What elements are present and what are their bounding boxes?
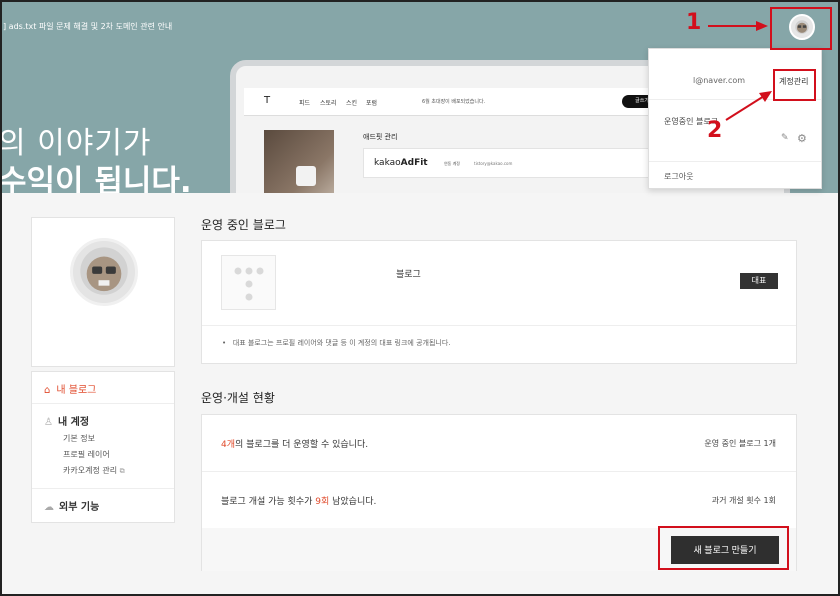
remaining-creations-text: 블로그 개설 가능 횟수가 9회 남았습니다. [221, 494, 376, 507]
sidebar-item-my-account[interactable]: ♙ 내 계정 [44, 413, 89, 428]
sidebar-item-label: 내 계정 [57, 417, 90, 428]
sidebar-item-label: 내 블로그 [56, 385, 97, 396]
profile-character-icon [73, 241, 135, 303]
mockup-section-title: 애드핏 관리 [363, 133, 398, 141]
sidebar-item-label: 외부 기능 [59, 502, 100, 513]
annotation-box-manage [773, 69, 816, 101]
home-icon: ⌂ [44, 385, 51, 396]
sidebar-subitem-profile-layer[interactable]: 프로필 레이어 [63, 449, 110, 460]
divider [202, 471, 796, 472]
mockup-brand: kakaoAdFit [374, 158, 428, 168]
user-icon: ♙ [44, 417, 53, 428]
mockup-account-label: 연동 계정 [444, 161, 460, 166]
mockup-brand-suffix: AdFit [400, 158, 428, 168]
mockup-logo: T [264, 95, 271, 106]
remaining-blogs-text: 4개의 블로그를 더 운영할 수 있습니다. [221, 437, 368, 450]
external-link-icon: ⧉ [119, 467, 125, 475]
remaining-blogs-count: 4개 [221, 440, 236, 450]
gear-icon[interactable]: ⚙ [797, 132, 807, 145]
divider [32, 403, 174, 404]
remaining-blogs-label: 의 블로그를 더 운영할 수 있습니다. [235, 440, 369, 450]
notice-link[interactable]: ] ads.txt 파일 문제 해결 및 2차 도메인 관련 안내 [3, 21, 172, 32]
mockup-cup [296, 166, 316, 186]
past-creation-count: 과거 개설 횟수 1회 [711, 496, 776, 505]
mockup-brand-prefix: kakao [374, 158, 401, 168]
note-text: 대표 블로그는 프로필 레이어와 댓글 등 이 계정의 대표 링크에 공개됩니다… [232, 339, 451, 347]
account-email: l@naver.com [693, 76, 746, 85]
blog-card: 블로그 대표 • 대표 블로그는 프로필 레이어와 댓글 등 이 계정의 대표 … [201, 240, 797, 364]
blog-name[interactable]: 블로그 [396, 267, 421, 280]
mockup-message: 6월 초대장이 배포되었습니다. [422, 99, 486, 105]
pencil-icon[interactable]: ✎ [781, 133, 789, 143]
mockup-adfit-card: kakaoAdFit 연동 계정 tistory@kakao.com [363, 148, 653, 178]
sidebar-subitem-basic-info[interactable]: 기본 정보 [63, 433, 95, 444]
remaining-creations-prefix: 블로그 개설 가능 횟수가 [221, 497, 316, 507]
running-blog-title: 운영 중인 블로그 [201, 218, 286, 232]
mockup-account-email: tistory@kakao.com [474, 161, 513, 166]
mockup-menu-feed: 피드 [299, 100, 311, 107]
divider [649, 161, 821, 162]
annotation-box-avatar [770, 7, 832, 50]
tistory-logo-icon [234, 267, 264, 301]
divider [32, 488, 174, 489]
logout-link[interactable]: 로그아웃 [664, 171, 693, 182]
hero-line-2: 수익이 됩니다. [0, 164, 192, 193]
mockup-menu-skin: 스킨 [346, 100, 358, 107]
divider [202, 325, 796, 326]
mockup-menu-story: 스토리 [320, 100, 337, 107]
sidebar-subitem-kakao-account[interactable]: 카카오계정 관리 ⧉ [63, 465, 125, 476]
representative-badge: 대표 [740, 273, 778, 289]
sidebar-item-my-blog[interactable]: ⌂ 내 블로그 [44, 381, 96, 396]
remaining-creations-suffix: 남았습니다. [329, 497, 377, 507]
remaining-creations-count: 9회 [315, 497, 330, 507]
profile-image[interactable] [70, 238, 138, 306]
representative-note: • 대표 블로그는 프로필 레이어와 댓글 등 이 계정의 대표 링크에 공개됩… [222, 338, 451, 348]
annotation-number-2: 2 [707, 118, 723, 143]
running-blog-count: 운영 중인 블로그 1개 [704, 439, 776, 448]
annotation-number-1: 1 [686, 10, 702, 35]
mockup-menu-forum: 포럼 [366, 100, 378, 107]
blog-thumbnail[interactable] [221, 255, 276, 310]
sidebar-item-external[interactable]: ☁ 외부 기능 [44, 498, 99, 513]
status-title: 운영·개설 현황 [201, 391, 275, 405]
sidebar-menu: ⌂ 내 블로그 ♙ 내 계정 기본 정보 프로필 레이어 카카오계정 관리 ⧉ ☁ 외… [31, 371, 175, 523]
profile-card [31, 217, 175, 367]
cloud-icon: ☁ [44, 502, 54, 513]
sidebar-subitem-label: 카카오계정 관리 [63, 466, 118, 475]
bullet-icon: • [222, 339, 233, 347]
annotation-box-new-blog [658, 526, 789, 570]
